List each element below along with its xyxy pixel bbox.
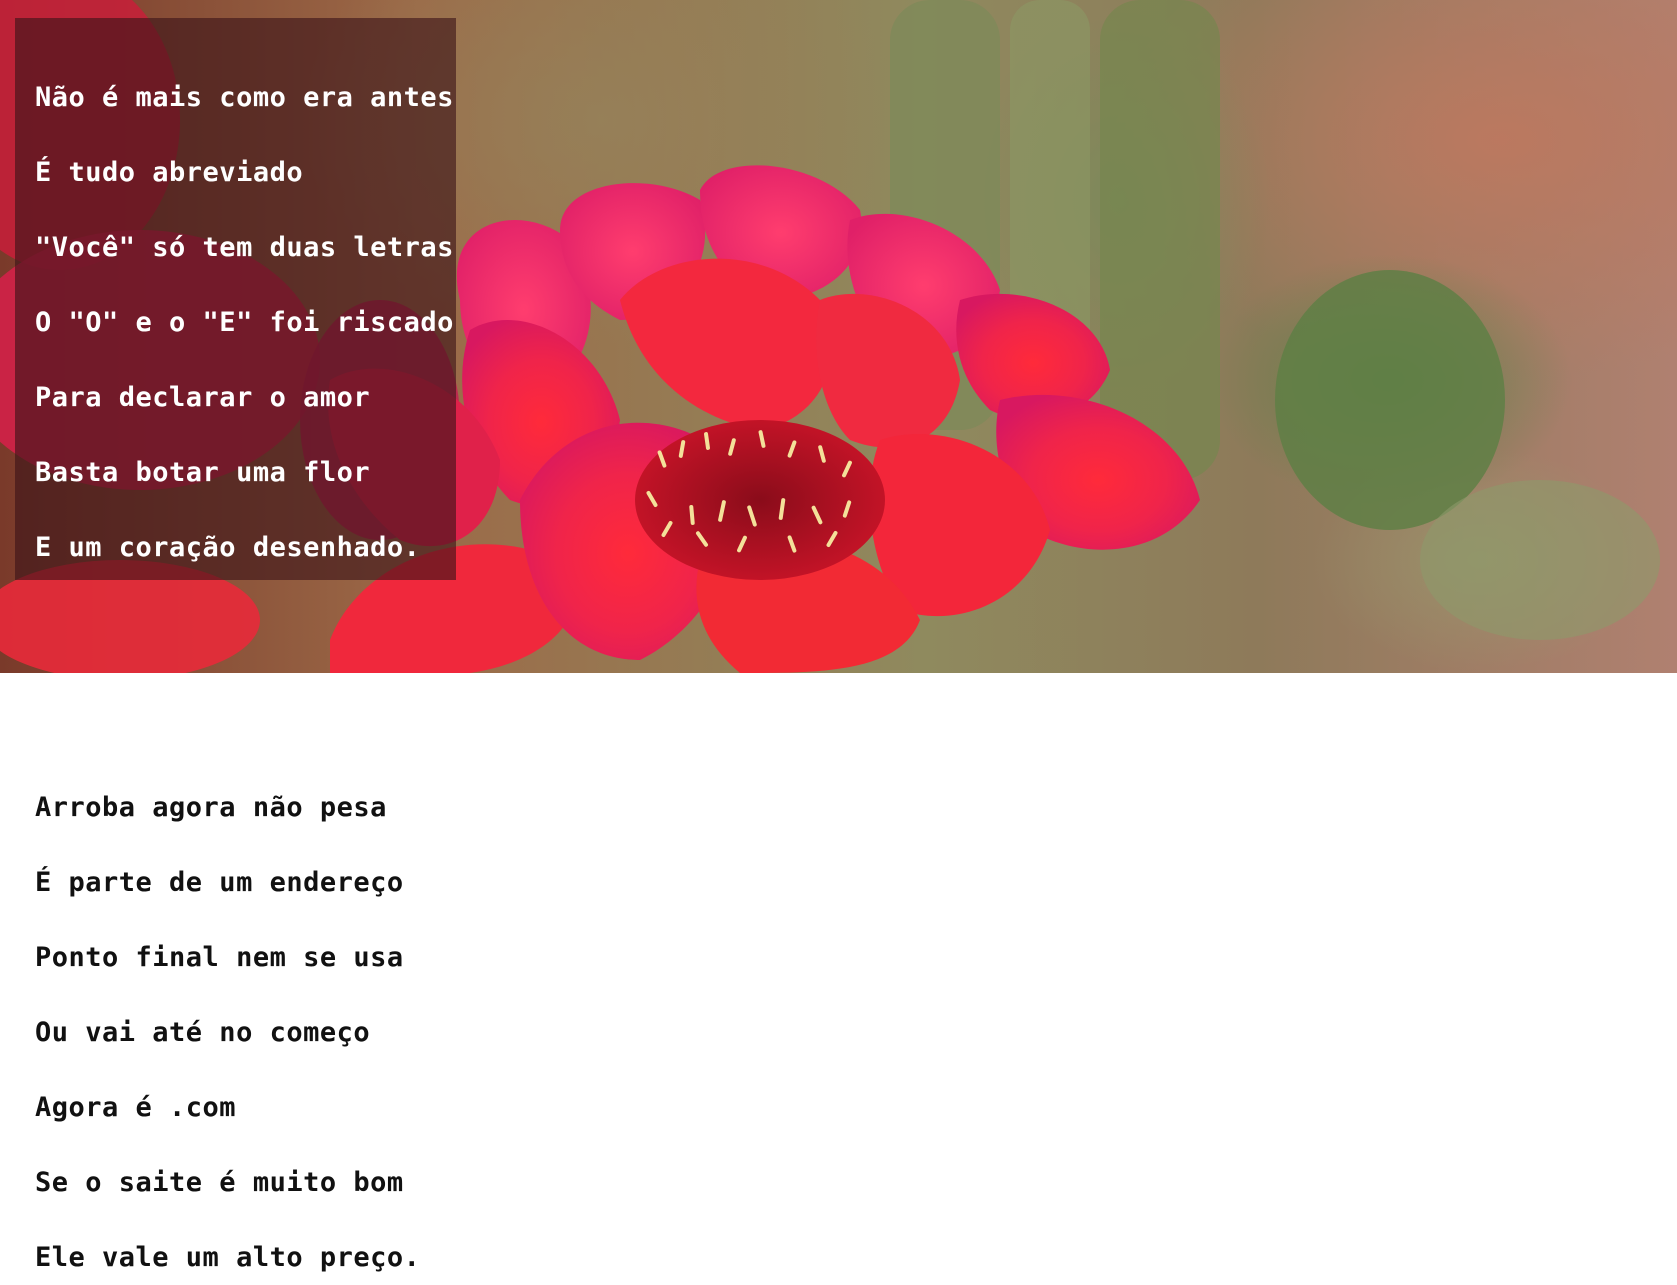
caption-line: "Você" só tem duas letras xyxy=(35,232,454,263)
hero-image: Não é mais como era antes É tudo abrevia… xyxy=(0,0,1677,673)
poem-line: É parte de um endereço xyxy=(35,867,404,898)
poem-caption-overlay: Não é mais como era antes É tudo abrevia… xyxy=(15,18,456,580)
caption-line: É tudo abreviado xyxy=(35,157,304,188)
caption-line: O "O" e o "E" foi riscado xyxy=(35,307,454,338)
caption-line: Não é mais como era antes xyxy=(35,82,454,113)
poem-line: Ou vai até no começo xyxy=(35,1017,371,1048)
caption-line: E um coração desenhado. xyxy=(35,532,421,563)
poem-line: Ele vale um alto preço. xyxy=(35,1242,421,1273)
poem-stanza: Arroba agora não pesa É parte de um ende… xyxy=(35,770,835,1285)
poem-line: Agora é .com xyxy=(35,1092,237,1123)
poem-line: Arroba agora não pesa xyxy=(35,792,387,823)
poem-line: Ponto final nem se usa xyxy=(35,942,404,973)
caption-line: Para declarar o amor xyxy=(35,382,371,413)
page: Não é mais como era antes É tudo abrevia… xyxy=(0,0,1677,1285)
caption-line: Basta botar uma flor xyxy=(35,457,371,488)
poem-line: Se o saite é muito bom xyxy=(35,1167,404,1198)
